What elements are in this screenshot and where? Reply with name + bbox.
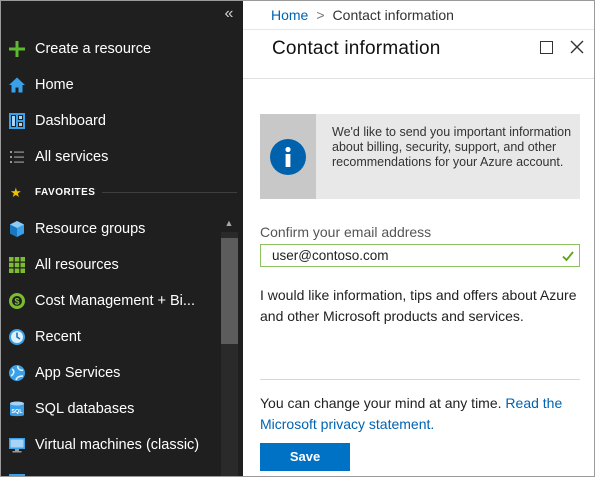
divider bbox=[102, 192, 237, 193]
sidebar-item-label: Recent bbox=[35, 329, 81, 345]
breadcrumb-separator: > bbox=[316, 7, 325, 23]
sidebar-item-all-resources[interactable]: All resources bbox=[0, 248, 243, 282]
collapse-sidebar-button[interactable]: « bbox=[221, 4, 237, 24]
dashboard-icon bbox=[8, 112, 26, 130]
sidebar-item-virtual-machines-classic[interactable]: Virtual machines (classic) bbox=[0, 428, 243, 462]
info-icon bbox=[270, 138, 306, 175]
checkmark-icon bbox=[561, 249, 575, 263]
breadcrumb-current: Contact information bbox=[332, 7, 454, 23]
info-banner: We'd like to send you important informat… bbox=[260, 114, 580, 199]
sidebar-item-label: Resource groups bbox=[35, 221, 146, 237]
sidebar: « Create a resource Home Dashboard All s… bbox=[0, 0, 243, 477]
sidebar-item-dashboard[interactable]: Dashboard bbox=[0, 104, 243, 138]
sidebar-item-label: Home bbox=[35, 77, 74, 93]
star-icon: ★ bbox=[10, 184, 22, 200]
monitor-icon bbox=[8, 436, 26, 454]
sidebar-item-resource-groups[interactable]: Resource groups bbox=[0, 212, 243, 246]
divider bbox=[260, 379, 580, 380]
resource-groups-icon bbox=[8, 220, 26, 238]
contact-information-panel: Home > Contact information Contact informa… bbox=[243, 0, 595, 477]
sidebar-item-all-services[interactable]: All services bbox=[0, 140, 243, 174]
home-icon bbox=[8, 76, 26, 94]
scrollbar-thumb[interactable] bbox=[221, 238, 238, 344]
clock-icon bbox=[8, 328, 26, 346]
email-field-label: Confirm your email address bbox=[260, 224, 432, 240]
info-text: We'd like to send you important informat… bbox=[332, 125, 572, 169]
sidebar-item-label: Dashboard bbox=[35, 113, 106, 129]
email-field[interactable]: user@contoso.com bbox=[260, 244, 580, 267]
sidebar-item-label: All services bbox=[35, 149, 109, 165]
monitor-icon bbox=[8, 472, 26, 477]
save-button[interactable]: Save bbox=[260, 443, 350, 471]
breadcrumb: Home > Contact information bbox=[271, 7, 454, 23]
globe-icon bbox=[8, 364, 26, 382]
sidebar-item-label: Create a resource bbox=[35, 41, 152, 57]
sidebar-item-create-resource[interactable]: Create a resource bbox=[0, 32, 243, 66]
svg-text:$: $ bbox=[14, 297, 19, 307]
divider bbox=[243, 78, 595, 79]
info-icon-block bbox=[260, 114, 316, 199]
svg-text:SQL: SQL bbox=[11, 409, 23, 415]
breadcrumb-home-link[interactable]: Home bbox=[271, 7, 308, 23]
cost-management-icon: $ bbox=[8, 292, 26, 310]
sidebar-item-cost-management[interactable]: $ Cost Management + Bi... bbox=[0, 284, 243, 318]
sidebar-item-label: App Services bbox=[35, 365, 121, 381]
privacy-notice: You can change your mind at any time. Re… bbox=[260, 393, 590, 435]
list-icon bbox=[8, 148, 26, 166]
sql-database-icon: SQL bbox=[8, 400, 26, 418]
sidebar-item-label: All resources bbox=[35, 257, 119, 273]
sidebar-item-home[interactable]: Home bbox=[0, 68, 243, 102]
maximize-icon[interactable] bbox=[540, 41, 553, 54]
close-icon[interactable] bbox=[569, 39, 585, 55]
favorites-label: FAVORITES bbox=[35, 186, 96, 198]
sidebar-item-label: Virtual machines (classic) bbox=[35, 437, 200, 453]
sidebar-item-app-services[interactable]: App Services bbox=[0, 356, 243, 390]
sidebar-item-label: SQL databases bbox=[35, 401, 135, 417]
marketing-opt-in-text: I would like information, tips and offer… bbox=[260, 287, 577, 324]
plus-icon bbox=[8, 40, 26, 58]
sidebar-item-sql-databases[interactable]: SQL SQL databases bbox=[0, 392, 243, 426]
favorites-header: ★ FAVORITES bbox=[0, 180, 243, 204]
email-field-value[interactable]: user@contoso.com bbox=[272, 248, 389, 263]
sidebar-item-recent[interactable]: Recent bbox=[0, 320, 243, 354]
page-title: Contact information bbox=[272, 38, 441, 59]
privacy-notice-text: You can change your mind at any time. bbox=[260, 395, 506, 411]
sidebar-item-partial[interactable] bbox=[0, 464, 243, 477]
divider bbox=[243, 29, 595, 30]
sidebar-item-label: Cost Management + Bi... bbox=[35, 293, 195, 309]
scroll-up-arrow-icon[interactable]: ▲ bbox=[222, 216, 236, 230]
grid-icon bbox=[8, 256, 26, 274]
